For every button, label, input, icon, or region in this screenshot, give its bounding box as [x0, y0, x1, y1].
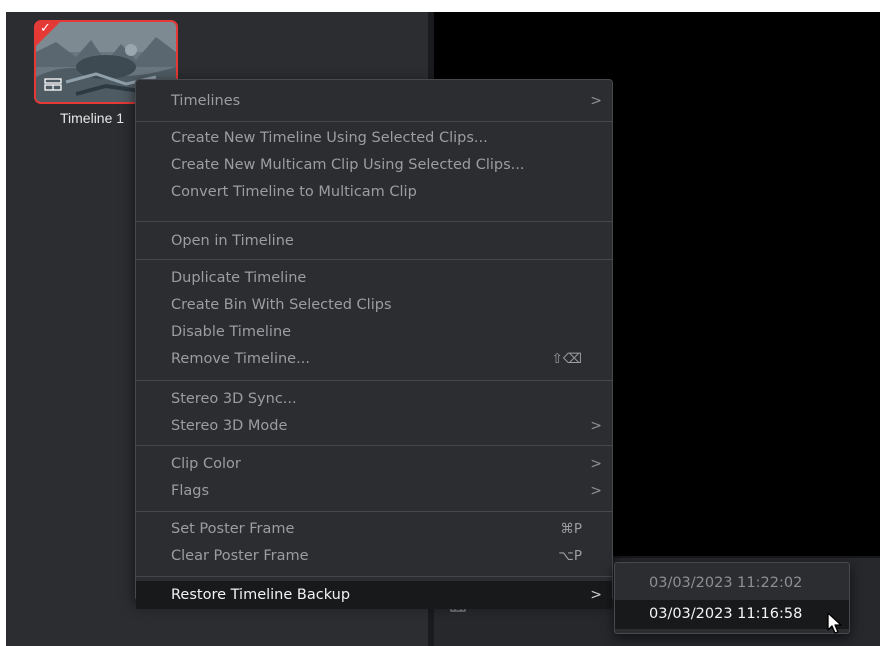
menu-item-label: Flags: [171, 483, 210, 499]
menu-item-stereo-3d-mode[interactable]: Stereo 3D Mode >: [136, 413, 612, 440]
menu-item-duplicate-timeline[interactable]: Duplicate Timeline: [136, 265, 612, 292]
menu-item-restore-timeline-backup[interactable]: Restore Timeline Backup >: [136, 581, 612, 609]
menu-separator: [136, 259, 612, 260]
submenu-item-backup-2[interactable]: 03/03/2023 11:16:58: [615, 600, 849, 629]
menu-item-timelines[interactable]: Timelines >: [136, 88, 612, 115]
checkmark-icon: ✓: [40, 21, 51, 36]
menu-item-label: Stereo 3D Sync...: [171, 391, 297, 407]
submenu-item-label: 03/03/2023 11:22:02: [649, 575, 803, 591]
menu-item-label: Create New Timeline Using Selected Clips…: [171, 130, 488, 146]
menu-item-label: Convert Timeline to Multicam Clip: [171, 184, 417, 200]
menu-item-remove-timeline[interactable]: Remove Timeline... ⇧⌫: [136, 346, 612, 373]
shortcut-label: ⌘P: [560, 521, 582, 537]
submenu-item-label: 03/03/2023 11:16:58: [649, 606, 803, 622]
menu-separator: [136, 576, 612, 577]
chevron-right-icon: >: [590, 418, 602, 434]
timeline-icon: [44, 78, 64, 92]
menu-item-convert-to-multicam[interactable]: Convert Timeline to Multicam Clip: [136, 179, 612, 206]
chevron-right-icon: >: [590, 483, 602, 499]
menu-separator: [136, 221, 612, 222]
menu-item-open-in-timeline[interactable]: Open in Timeline: [136, 228, 612, 255]
chevron-right-icon: >: [590, 93, 602, 109]
menu-item-create-bin[interactable]: Create Bin With Selected Clips: [136, 292, 612, 319]
menu-item-label: Stereo 3D Mode: [171, 418, 288, 434]
shortcut-label: ⌥P: [558, 548, 582, 564]
menu-item-clip-color[interactable]: Clip Color >: [136, 451, 612, 478]
menu-item-create-new-timeline[interactable]: Create New Timeline Using Selected Clips…: [136, 125, 612, 152]
submenu-item-backup-1[interactable]: 03/03/2023 11:22:02: [615, 569, 849, 598]
menu-separator: [136, 445, 612, 446]
mouse-cursor-graphic: [827, 612, 842, 634]
menu-item-flags[interactable]: Flags >: [136, 478, 612, 505]
menu-separator: [136, 380, 612, 381]
menu-item-label: Clear Poster Frame: [171, 548, 309, 564]
menu-item-label: Remove Timeline...: [171, 351, 310, 367]
menu-item-create-multicam-clip[interactable]: Create New Multicam Clip Using Selected …: [136, 152, 612, 179]
menu-item-label: Create Bin With Selected Clips: [171, 297, 392, 313]
menu-item-label: Restore Timeline Backup: [171, 587, 351, 603]
menu-item-label: Open in Timeline: [171, 233, 294, 249]
chevron-right-icon: >: [590, 456, 602, 472]
menu-item-clear-poster-frame[interactable]: Clear Poster Frame ⌥P: [136, 543, 612, 570]
chevron-right-icon: >: [590, 587, 602, 603]
menu-item-set-poster-frame[interactable]: Set Poster Frame ⌘P: [136, 516, 612, 543]
menu-item-disable-timeline[interactable]: Disable Timeline: [136, 319, 612, 346]
context-menu: Timelines > Create New Timeline Using Se…: [135, 79, 613, 609]
menu-item-label: Duplicate Timeline: [171, 270, 307, 286]
menu-item-label: Set Poster Frame: [171, 521, 295, 537]
menu-separator: [136, 511, 612, 512]
backup-submenu: 03/03/2023 11:22:02 03/03/2023 11:16:58: [614, 562, 850, 634]
menu-separator: [136, 121, 612, 122]
menu-item-label: Create New Multicam Clip Using Selected …: [171, 157, 525, 173]
menu-item-stereo-3d-sync[interactable]: Stereo 3D Sync...: [136, 386, 612, 413]
clip-name-label: Timeline 1: [60, 110, 125, 126]
menu-item-label: Timelines: [171, 93, 241, 109]
menu-item-label: Clip Color: [171, 456, 241, 472]
shortcut-label: ⇧⌫: [551, 351, 582, 367]
menu-item-label: Disable Timeline: [171, 324, 292, 340]
timeline-icon-graphic: [44, 78, 62, 91]
mouse-cursor-icon: [826, 611, 846, 637]
